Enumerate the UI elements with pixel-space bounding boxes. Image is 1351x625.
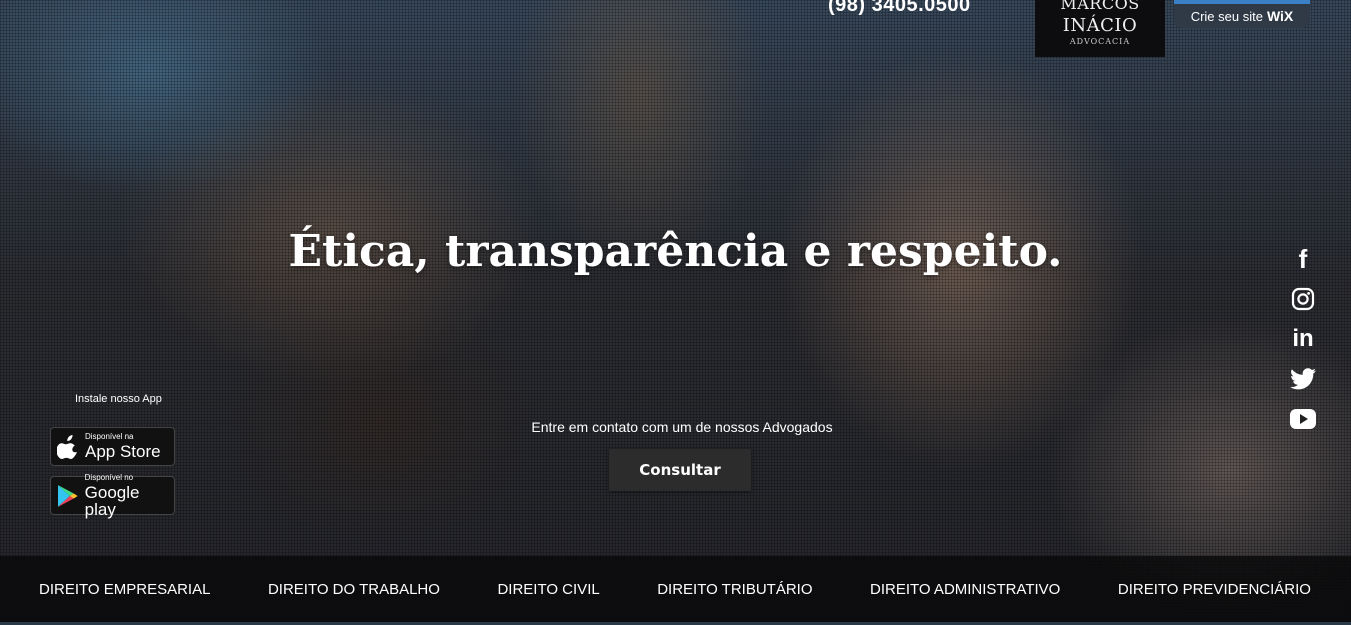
app-install-title: Instale nosso App (75, 393, 162, 405)
social-links: f in (1288, 244, 1318, 444)
facebook-icon[interactable]: f (1288, 244, 1318, 274)
wix-logo: WiX (1266, 8, 1294, 24)
logo-line-2: INÁCIO (1062, 15, 1138, 36)
nav-item-direito-empresarial[interactable]: DIREITO EMPRESARIAL (39, 581, 210, 598)
site-logo[interactable]: MARCOS INÁCIO ADVOCACIA (1035, 0, 1165, 57)
consult-button[interactable]: Consultar (609, 449, 751, 491)
hero-background (0, 0, 1351, 625)
google-play-icon (57, 484, 78, 507)
logo-line-1: MARCOS (1060, 0, 1140, 13)
nav-item-direito-administrativo[interactable]: DIREITO ADMINISTRATIVO (870, 581, 1060, 598)
google-play-small-label: Disponível no (84, 472, 134, 482)
nav-item-direito-civil[interactable]: DIREITO CIVIL (497, 581, 599, 598)
linkedin-icon[interactable]: in (1288, 324, 1318, 354)
wix-create-site-banner[interactable]: Crie seu site WiX (1174, 0, 1310, 28)
contact-prompt: Entre em contato com um de nossos Advoga… (531, 419, 833, 435)
google-play-big-label: Google play (84, 482, 140, 519)
app-store-big-label: App Store (85, 442, 161, 461)
hero-headline: Ética, transparência e respeito. (288, 226, 1063, 277)
nav-item-direito-tributario[interactable]: DIREITO TRIBUTÁRIO (657, 581, 812, 598)
nav-item-direito-do-trabalho[interactable]: DIREITO DO TRABALHO (268, 581, 440, 598)
twitter-glyph (1290, 368, 1316, 390)
practice-areas-nav: DIREITO EMPRESARIAL DIREITO DO TRABALHO … (0, 556, 1351, 622)
app-store-text: Disponível na App Store (85, 433, 161, 461)
twitter-icon[interactable] (1288, 364, 1318, 394)
google-play-button[interactable]: Disponível no Google play (50, 472, 175, 519)
nav-item-direito-previdenciario[interactable]: DIREITO PREVIDENCIÁRIO (1118, 581, 1311, 598)
logo-line-3: ADVOCACIA (1069, 37, 1131, 46)
google-play-text: Disponível no Google play (84, 472, 174, 519)
instagram-icon[interactable] (1288, 284, 1318, 314)
phone-number[interactable]: (98) 3405.0500 (828, 0, 971, 17)
wix-banner-label: Crie seu site (1190, 8, 1263, 24)
apple-icon (57, 434, 77, 459)
instagram-glyph (1291, 287, 1315, 311)
